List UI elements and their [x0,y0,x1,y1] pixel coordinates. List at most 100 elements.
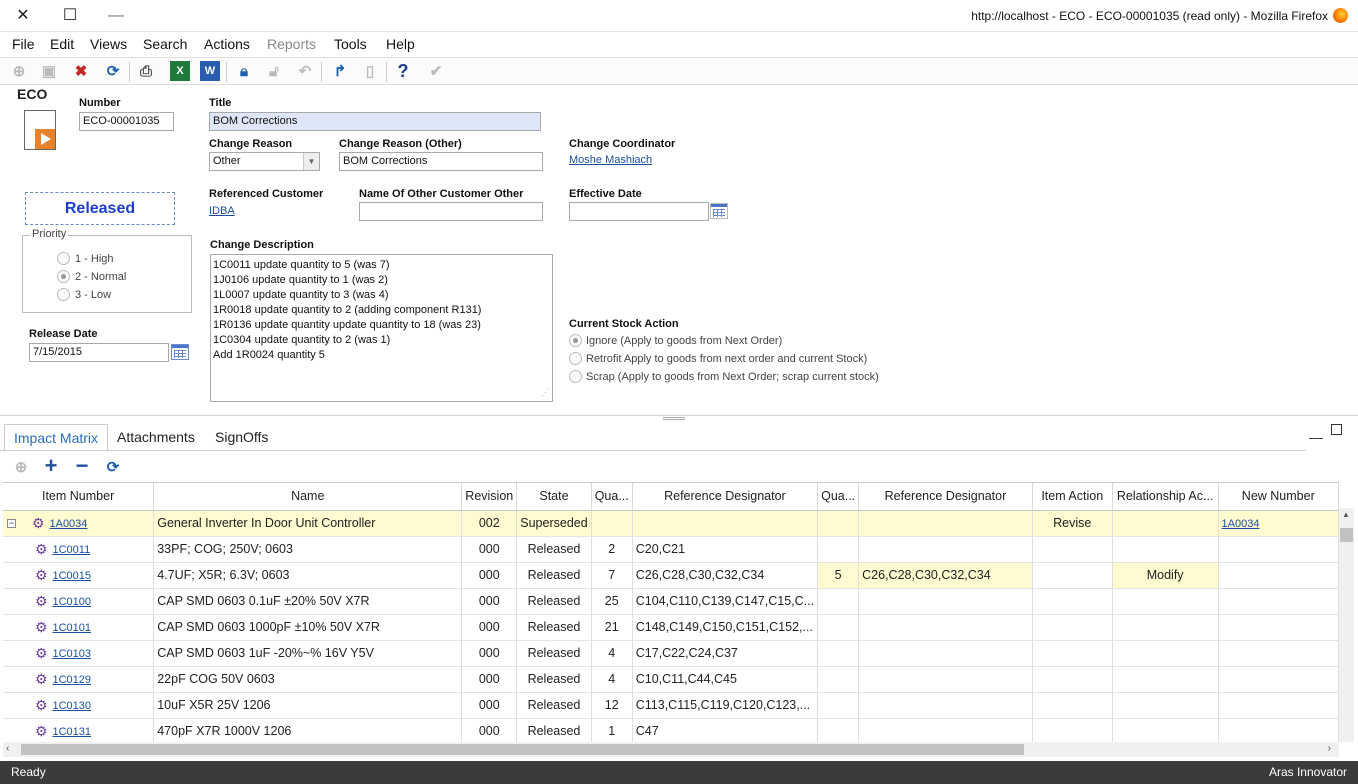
new-reference-designator-cell[interactable] [858,666,1033,693]
table-row[interactable]: ⚙ 1C0131 470pF X7R 1000V 1206 000 Released 1… [3,718,1339,742]
relationship-action-cell[interactable]: Modify [1112,562,1219,589]
column-header[interactable]: Qua... [591,483,633,511]
column-header[interactable]: Qua... [817,483,860,511]
resize-grip-icon[interactable]: ⋰ [541,385,550,400]
calendar-icon[interactable] [710,203,728,219]
relationship-action-cell[interactable] [1112,614,1219,641]
menu-tools[interactable]: Tools [334,36,367,52]
maximize-window-button[interactable]: ☐ [58,4,82,28]
item-action-cell[interactable] [1032,718,1113,742]
column-header[interactable]: Revision [461,483,518,511]
minus-icon[interactable]: − [72,453,92,478]
undo-icon[interactable]: ↶ [295,61,315,81]
item-action-cell[interactable] [1032,536,1113,563]
print-icon[interactable]: ⎙ [136,61,156,81]
item-action-cell[interactable] [1032,640,1113,667]
change-coordinator-link[interactable]: Moshe Mashiach [569,154,652,166]
clipboard-icon[interactable]: ▯ [360,61,380,81]
item-action-cell[interactable] [1032,614,1113,641]
lock-icon[interactable]: 🔒︎ [234,61,254,81]
scroll-right-icon[interactable]: › [1328,743,1331,754]
promote-icon[interactable]: ↱ [330,61,350,81]
new-reference-designator-cell[interactable] [858,588,1033,615]
table-row[interactable]: ⚙ 1C0103 CAP SMD 0603 1uF -20%~% 16V Y5V 0… [3,640,1339,667]
new-quantity-cell[interactable] [817,640,860,667]
vertical-scrollbar[interactable]: ▲ [1339,508,1354,742]
plus-icon[interactable]: + [41,453,61,478]
minimize-window-button[interactable]: — [104,4,128,28]
collapse-icon[interactable]: − [7,518,16,528]
new-icon[interactable]: ⊕ [9,61,29,81]
item-number-link[interactable]: 1C0101 [52,622,91,634]
item-action-cell[interactable]: Revise [1032,510,1113,537]
relationship-action-cell[interactable] [1112,536,1219,563]
chevron-down-icon[interactable]: ▼ [303,153,319,170]
new-reference-designator-cell[interactable] [858,640,1033,667]
stock-ignore-radio[interactable] [569,334,582,347]
unlock-icon[interactable]: 🔓︎ [264,61,284,81]
new-quantity-cell[interactable] [817,692,860,719]
other-customer-field[interactable] [359,202,543,221]
vertical-scroll-thumb[interactable] [1340,528,1353,542]
menu-edit[interactable]: Edit [50,36,74,52]
change-reason-select[interactable]: Other ▼ [209,152,320,171]
column-header[interactable]: Reference Designator [632,483,819,511]
tab-impact-matrix[interactable]: Impact Matrix [4,424,109,451]
tab-signoffs[interactable]: SignOffs [206,424,277,451]
new-number-link[interactable]: 1A0034 [1222,518,1260,530]
new-quantity-cell[interactable]: 5 [817,562,860,589]
maximize-panel-button[interactable] [1331,424,1342,435]
menu-search[interactable]: Search [143,36,187,52]
column-header[interactable]: Name [153,483,463,511]
minimize-panel-button[interactable]: — [1309,429,1323,445]
stock-retrofit-radio[interactable] [569,352,582,365]
new-quantity-cell[interactable] [817,588,860,615]
menu-file[interactable]: File [12,36,35,52]
scroll-left-icon[interactable]: ‹ [6,743,9,754]
delete-icon[interactable]: ✖ [71,61,91,81]
column-header[interactable]: Item Action [1032,483,1113,511]
menu-views[interactable]: Views [90,36,127,52]
column-header[interactable]: State [516,483,592,511]
table-row[interactable]: ⚙ 1C0130 10uF X5R 25V 1206 000 Released 12 C1… [3,692,1339,719]
relationship-action-cell[interactable] [1112,510,1219,537]
change-description-textarea[interactable]: 1C0011 update quantity to 5 (was 7) 1J01… [210,254,553,402]
priority-low-radio[interactable] [57,288,70,301]
column-header[interactable]: Relationship Ac... [1112,483,1219,511]
item-number-link[interactable]: 1C0129 [52,674,91,686]
horizontal-scrollbar[interactable]: ‹ › [3,742,1339,757]
new-reference-designator-cell[interactable] [858,510,1033,537]
item-number-link[interactable]: 1C0130 [52,700,91,712]
splitter-handle[interactable] [663,417,685,420]
item-number-link[interactable]: 1C0103 [52,648,91,660]
priority-normal-radio[interactable] [57,270,70,283]
referenced-customer-link[interactable]: IDBA [209,205,235,217]
item-number-link[interactable]: 1A0034 [49,518,87,530]
relationship-action-cell[interactable] [1112,718,1219,742]
relationship-action-cell[interactable] [1112,666,1219,693]
help-icon[interactable]: ? [393,61,413,81]
scroll-up-icon[interactable]: ▲ [1342,510,1350,519]
save-icon[interactable]: ▣ [39,61,59,81]
item-action-cell[interactable] [1032,666,1113,693]
column-header[interactable]: New Number [1218,483,1339,511]
relationship-action-cell[interactable] [1112,640,1219,667]
number-field[interactable]: ECO-00001035 [79,112,174,131]
menu-reports[interactable]: Reports [267,36,316,52]
new-reference-designator-cell[interactable] [858,614,1033,641]
release-date-field[interactable]: 7/15/2015 [29,343,169,362]
add-row-icon[interactable]: ⊕ [11,457,31,477]
title-field[interactable]: BOM Corrections [209,112,541,131]
new-quantity-cell[interactable] [817,718,860,742]
item-number-link[interactable]: 1C0100 [52,596,91,608]
new-quantity-cell[interactable] [817,510,860,537]
table-row[interactable]: ⚙ 1C0129 22pF COG 50V 0603 000 Released 4 C10… [3,666,1339,693]
item-action-cell[interactable] [1032,692,1113,719]
change-reason-other-field[interactable]: BOM Corrections [339,152,543,171]
relationship-action-cell[interactable] [1112,692,1219,719]
item-number-link[interactable]: 1C0131 [52,726,91,738]
table-row[interactable]: − ⚙ 1A0034 General Inverter In Door Unit C… [3,510,1339,537]
effective-date-field[interactable] [569,202,709,221]
menu-actions[interactable]: Actions [204,36,250,52]
new-quantity-cell[interactable] [817,666,860,693]
